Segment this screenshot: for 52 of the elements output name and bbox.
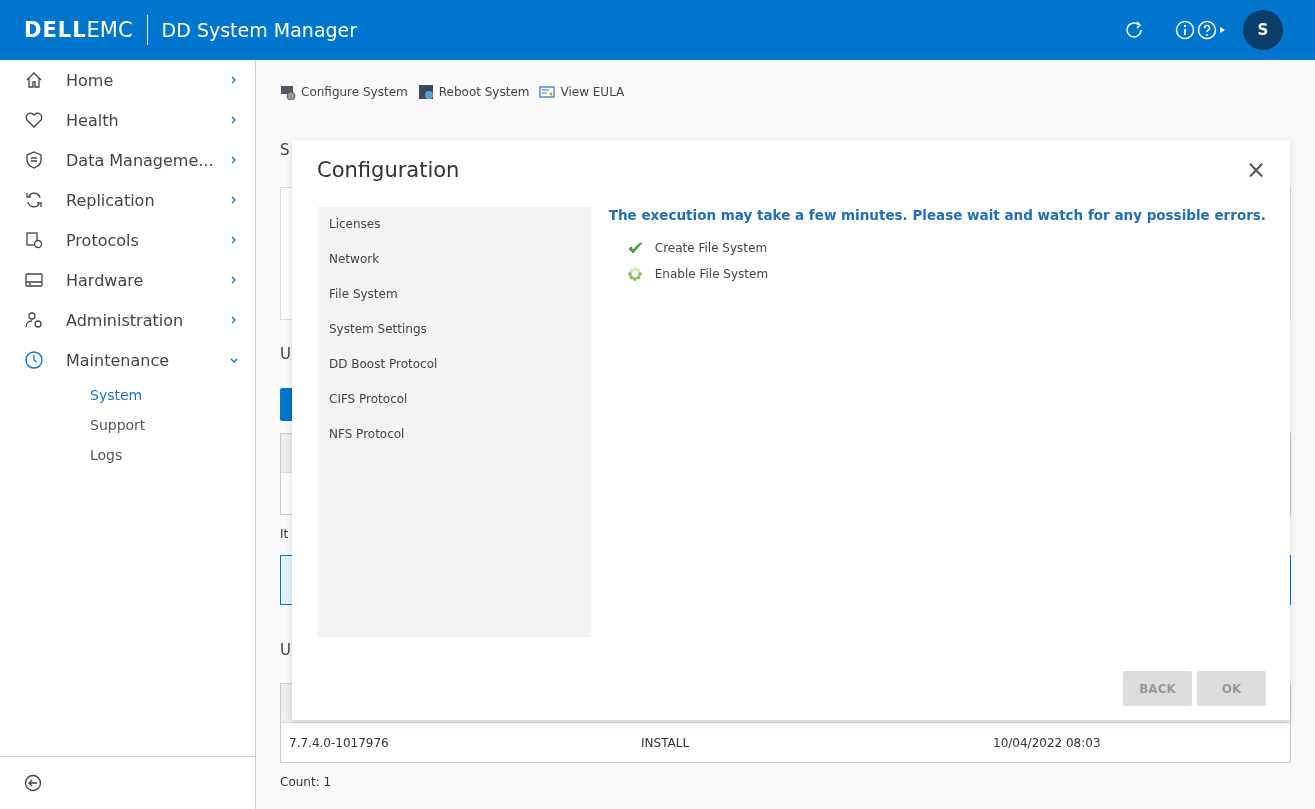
nav-item[interactable]: Maintenance — [66, 350, 229, 370]
dialog-title: Configuration — [317, 158, 460, 182]
info-message: The execution may take a few minutes. Please wait and watch for any possible errors. — [608, 207, 1266, 223]
toolbar-action[interactable]: View EULA — [539, 84, 625, 100]
step-item[interactable]: Licenses — [317, 213, 591, 248]
nav-item[interactable]: Home — [66, 70, 229, 90]
task-label: Create File System — [654, 241, 768, 255]
nav-subitem[interactable]: Logs — [0, 440, 255, 470]
collapse-icon[interactable] — [24, 774, 42, 792]
step-item[interactable]: NFS Protocol — [317, 423, 591, 458]
nav-icon — [24, 150, 44, 170]
server-icon — [417, 84, 434, 100]
step-item[interactable]: CIFS Protocol — [317, 388, 591, 423]
section-title: U — [280, 641, 291, 659]
step-item[interactable]: File System — [317, 283, 591, 318]
nav-subitem[interactable]: System — [0, 380, 255, 410]
step-item[interactable]: DD Boost Protocol — [317, 353, 591, 388]
nav-icon — [24, 270, 44, 290]
task-label: Enable File System — [654, 267, 769, 281]
nav-icon — [24, 110, 44, 130]
nav-icon — [24, 230, 44, 250]
nav-icon — [24, 70, 44, 90]
nav-item[interactable]: Protocols — [66, 230, 229, 250]
info-icon[interactable] — [1175, 20, 1195, 40]
refresh-icon[interactable] — [1125, 20, 1145, 40]
section-title: S — [280, 141, 290, 159]
toolbar-action[interactable]: Configure System — [280, 84, 408, 100]
step-item[interactable]: Network — [317, 248, 591, 283]
items-label: It — [280, 527, 290, 543]
row-count: Count: 1 — [280, 775, 333, 789]
nav-icon — [24, 350, 44, 370]
close-button[interactable]: × — [1245, 158, 1266, 182]
help-menu-icon[interactable] — [1197, 20, 1225, 40]
gear-computer-icon — [280, 84, 296, 100]
nav-item[interactable]: Replication — [66, 190, 229, 210]
nav-item[interactable]: Administration — [66, 310, 229, 330]
section-title: U — [280, 345, 291, 363]
dell-emc-logo: DELLEMC — [24, 18, 133, 42]
nav-icon — [24, 310, 44, 330]
table-cell-text: 7.7.4.0-1017976 — [288, 734, 390, 752]
toolbar-action[interactable]: Reboot System — [417, 84, 530, 100]
nav-subitem[interactable]: Support — [0, 410, 255, 440]
step-item[interactable]: System Settings — [317, 318, 591, 353]
nav-item[interactable]: Data Manageme... — [66, 150, 229, 170]
app-title: DD System Manager — [161, 19, 358, 41]
table-cell-text: 10/04/2022 08:03 — [992, 734, 1102, 752]
nav-item[interactable]: Hardware — [66, 270, 229, 290]
nav-icon — [24, 190, 44, 210]
table-cell-text: INSTALL — [640, 734, 691, 752]
user-avatar[interactable]: S — [1243, 10, 1283, 50]
nav-item[interactable]: Health — [66, 110, 229, 130]
document-icon — [539, 84, 556, 100]
